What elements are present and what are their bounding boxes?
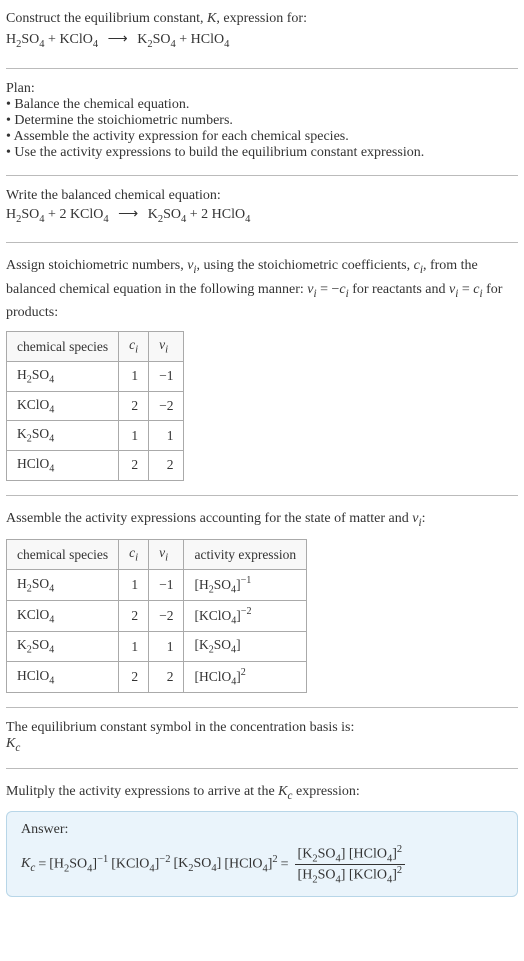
cell-species: K2SO4 xyxy=(7,632,119,662)
plan-section: Plan: • Balance the chemical equation. •… xyxy=(6,81,518,161)
plan-item: • Balance the chemical equation. xyxy=(6,97,518,113)
balanced-equation: H2SO4 + 2 KClO4 ⟶ K2SO4 + 2 HClO4 xyxy=(6,204,518,229)
table-row: K2SO4 1 1 [K2SO4] xyxy=(7,632,307,662)
cell-ci: 1 xyxy=(119,632,149,662)
cell-nu: −2 xyxy=(149,391,184,421)
cell-species: H2SO4 xyxy=(7,570,119,601)
coef: 2 xyxy=(59,207,70,222)
cell-ci: 2 xyxy=(119,662,149,693)
answer-box: Answer: Kc = [H2SO4]−1 [KClO4]−2 [K2SO4]… xyxy=(6,811,518,897)
balanced-section: Write the balanced chemical equation: H2… xyxy=(6,188,518,229)
unbalanced-equation: H2SO4 + KClO4 ⟶ K2SO4 + HClO4 xyxy=(6,29,518,54)
cell-activity: [KClO4]−2 xyxy=(184,601,307,632)
table-row: H2SO4 1 −1 xyxy=(7,362,184,392)
stoich-para: Assign stoichiometric numbers, νi, using… xyxy=(6,255,518,323)
table-header-row: chemical species ci νi activity expressi… xyxy=(7,540,307,570)
multiply-section: Mulitply the activity expressions to arr… xyxy=(6,781,518,897)
table-row: H2SO4 1 −1 [H2SO4]−1 xyxy=(7,570,307,601)
cell-species: KClO4 xyxy=(7,391,119,421)
species-k2so4: K2SO4 xyxy=(148,207,187,222)
cell-nu: −1 xyxy=(149,570,184,601)
answer-label: Answer: xyxy=(21,822,503,838)
intro-text-b: , expression for: xyxy=(216,11,307,26)
cell-nu: −1 xyxy=(149,362,184,392)
intro-k: K xyxy=(207,11,216,26)
divider xyxy=(6,768,518,769)
species-hclo4: HClO4 xyxy=(212,207,251,222)
col-activity: activity expression xyxy=(184,540,307,570)
cell-species: K2SO4 xyxy=(7,421,119,451)
cell-ci: 1 xyxy=(119,362,149,392)
kc-intro-line: The equilibrium constant symbol in the c… xyxy=(6,720,518,736)
table-row: K2SO4 1 1 xyxy=(7,421,184,451)
plan-title: Plan: xyxy=(6,81,518,97)
table-row: HClO4 2 2 [HClO4]2 xyxy=(7,662,307,693)
species-hclo4: HClO4 xyxy=(191,32,230,47)
activity-table: chemical species ci νi activity expressi… xyxy=(6,539,307,693)
cell-ci: 2 xyxy=(119,391,149,421)
stoich-section: Assign stoichiometric numbers, νi, using… xyxy=(6,255,518,481)
kc-symbol: Kc xyxy=(6,736,518,754)
divider xyxy=(6,68,518,69)
intro-text-a: Construct the equilibrium constant, xyxy=(6,11,207,26)
plus: + xyxy=(45,32,60,47)
col-nu: νi xyxy=(149,332,184,362)
col-ci: ci xyxy=(119,540,149,570)
cell-ci: 1 xyxy=(119,421,149,451)
intro-section: Construct the equilibrium constant, K, e… xyxy=(6,8,518,54)
cell-species: HClO4 xyxy=(7,662,119,693)
cell-nu: −2 xyxy=(149,601,184,632)
plan-item: • Assemble the activity expression for e… xyxy=(6,129,518,145)
plus: + xyxy=(176,32,191,47)
cell-activity: [H2SO4]−1 xyxy=(184,570,307,601)
cell-ci: 1 xyxy=(119,570,149,601)
divider xyxy=(6,242,518,243)
cell-nu: 2 xyxy=(149,451,184,481)
multiply-line: Mulitply the activity expressions to arr… xyxy=(6,781,518,805)
col-nu: νi xyxy=(149,540,184,570)
kc-expression: Kc = [H2SO4]−1 [KClO4]−2 [K2SO4] [HClO4]… xyxy=(21,844,503,886)
species-kclo4: KClO4 xyxy=(70,207,109,222)
plan-item: • Determine the stoichiometric numbers. xyxy=(6,113,518,129)
species-h2so4: H2SO4 xyxy=(6,207,45,222)
plus: + xyxy=(186,207,201,222)
plan-item: • Use the activity expressions to build … xyxy=(6,145,518,161)
cell-activity: [HClO4]2 xyxy=(184,662,307,693)
plus: + xyxy=(45,207,60,222)
fraction: [K2SO4] [HClO4]2 [H2SO4] [KClO4]2 xyxy=(295,844,406,886)
table-row: KClO4 2 −2 xyxy=(7,391,184,421)
arrow-icon: ⟶ xyxy=(118,204,138,226)
col-species: chemical species xyxy=(7,540,119,570)
species-h2so4: H2SO4 xyxy=(6,32,45,47)
cell-nu: 1 xyxy=(149,632,184,662)
stoich-table: chemical species ci νi H2SO4 1 −1 KClO4 … xyxy=(6,331,184,480)
intro-line: Construct the equilibrium constant, K, e… xyxy=(6,8,518,29)
col-species: chemical species xyxy=(7,332,119,362)
cell-species: KClO4 xyxy=(7,601,119,632)
cell-ci: 2 xyxy=(119,451,149,481)
cell-nu: 2 xyxy=(149,662,184,693)
coef: 2 xyxy=(201,207,212,222)
arrow-icon: ⟶ xyxy=(108,29,128,51)
cell-species: H2SO4 xyxy=(7,362,119,392)
cell-nu: 1 xyxy=(149,421,184,451)
divider xyxy=(6,175,518,176)
activity-title: Assemble the activity expressions accoun… xyxy=(6,508,518,532)
species-k2so4: K2SO4 xyxy=(137,32,176,47)
kc-intro-section: The equilibrium constant symbol in the c… xyxy=(6,720,518,754)
table-row: HClO4 2 2 xyxy=(7,451,184,481)
species-kclo4: KClO4 xyxy=(59,32,98,47)
col-ci: ci xyxy=(119,332,149,362)
divider xyxy=(6,707,518,708)
cell-activity: [K2SO4] xyxy=(184,632,307,662)
activity-section: Assemble the activity expressions accoun… xyxy=(6,508,518,694)
cell-ci: 2 xyxy=(119,601,149,632)
table-row: KClO4 2 −2 [KClO4]−2 xyxy=(7,601,307,632)
cell-species: HClO4 xyxy=(7,451,119,481)
table-header-row: chemical species ci νi xyxy=(7,332,184,362)
balanced-title: Write the balanced chemical equation: xyxy=(6,188,518,204)
divider xyxy=(6,495,518,496)
